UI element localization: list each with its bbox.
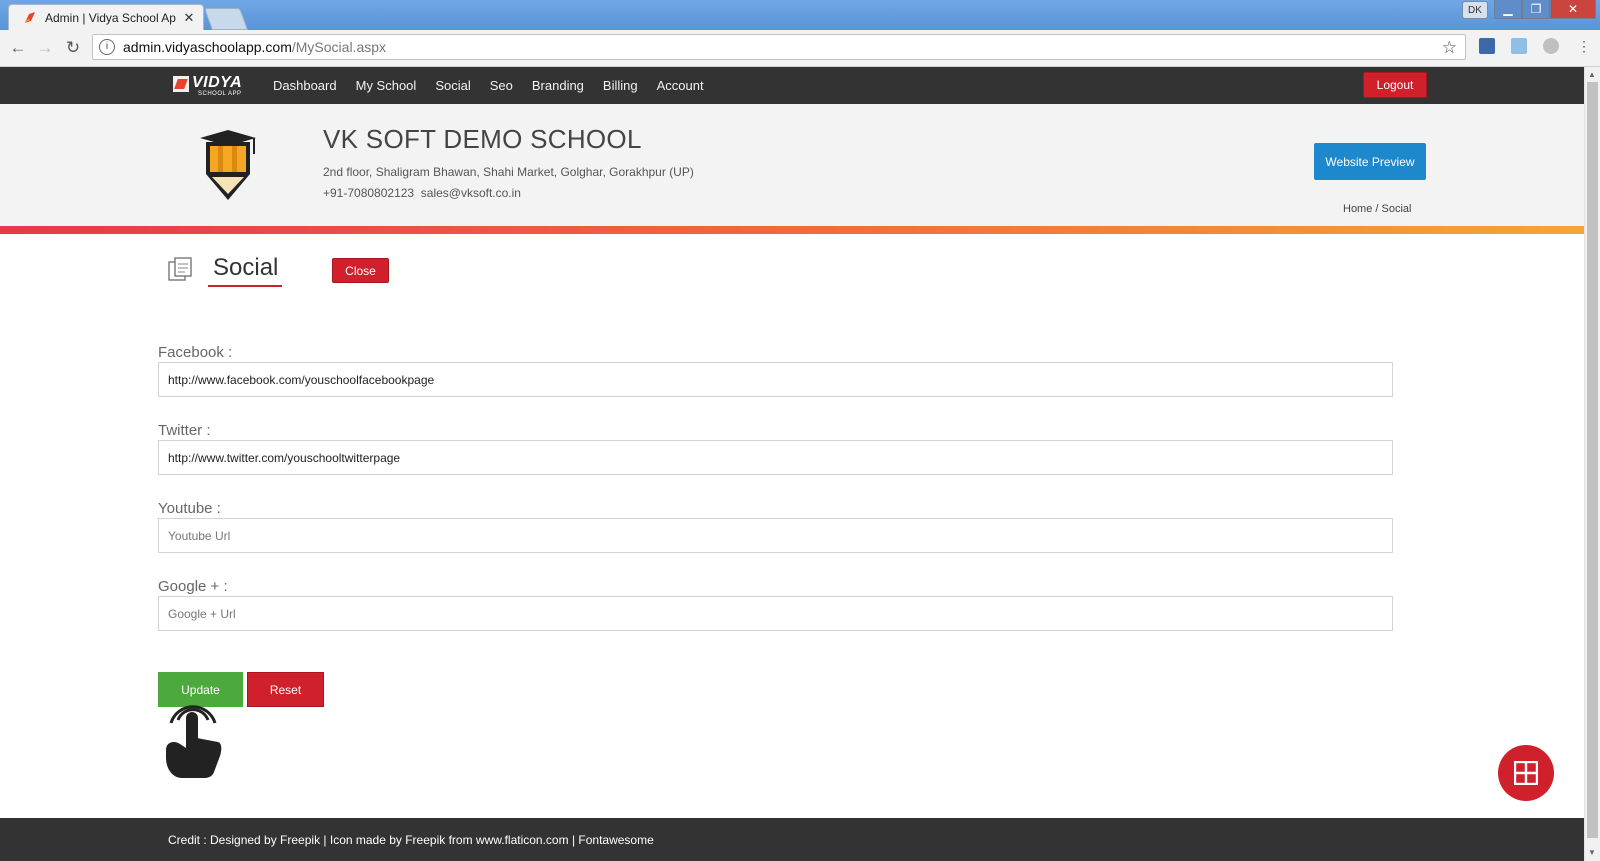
breadcrumb: Home / Social: [1343, 203, 1412, 215]
footer: Credit : Designed by Freepik | Icon made…: [0, 818, 1584, 861]
nav-item-dashboard[interactable]: Dashboard: [273, 78, 337, 93]
url-path: /MySocial.aspx: [291, 39, 387, 55]
extension-globe-icon[interactable]: [1543, 38, 1559, 54]
google-plus-input[interactable]: [158, 596, 1393, 631]
logo-word: VIDYA: [192, 74, 243, 91]
website-preview-button[interactable]: Website Preview: [1314, 143, 1426, 180]
close-button[interactable]: Close: [332, 258, 389, 283]
tab-close-icon[interactable]: ✕: [181, 10, 197, 26]
window-close-button[interactable]: ✕: [1550, 0, 1596, 19]
vidya-logo[interactable]: VIDYA SCHOOL APP: [173, 74, 247, 98]
nav-item-billing[interactable]: Billing: [603, 78, 638, 93]
nav-item-my-school[interactable]: My School: [356, 78, 417, 93]
school-phone: +91-7080802123: [323, 186, 415, 200]
url-host: admin.vidyaschoolapp.com: [123, 39, 292, 55]
school-contact: +91-7080802123 sales@vksoft.co.in: [323, 186, 521, 200]
nav-item-seo[interactable]: Seo: [490, 78, 513, 93]
menu-dots-icon[interactable]: ⋮: [1574, 38, 1594, 55]
graduation-pencil-icon: [200, 130, 256, 200]
minimize-button[interactable]: ▁: [1494, 0, 1522, 19]
browser-toolbar: ← → ↻ i admin.vidyaschoolapp.com/MySocia…: [0, 30, 1600, 67]
school-name: VK SOFT DEMO SCHOOL: [323, 124, 642, 154]
social-page-icon: [168, 257, 192, 281]
logout-button[interactable]: Logout: [1363, 72, 1427, 98]
reload-icon[interactable]: ↻: [63, 38, 83, 58]
main-menu: Dashboard My School Social Seo Branding …: [273, 67, 723, 104]
info-icon[interactable]: i: [99, 39, 115, 55]
extension-m-icon[interactable]: [1479, 38, 1495, 54]
twitter-label: Twitter :: [158, 422, 211, 439]
site-navbar: VIDYA SCHOOL APP Dashboard My School Soc…: [0, 67, 1584, 104]
title-underline: [208, 285, 282, 287]
extension-pic-icon[interactable]: [1511, 38, 1527, 54]
grid-icon: [1514, 761, 1538, 785]
scrollbar-thumb[interactable]: [1587, 82, 1598, 838]
facebook-label: Facebook :: [158, 344, 233, 361]
touch-hand-icon: [166, 705, 222, 778]
nav-item-social[interactable]: Social: [435, 78, 470, 93]
twitter-input[interactable]: [158, 440, 1393, 475]
back-arrow-icon[interactable]: ←: [8, 38, 28, 58]
profile-badge[interactable]: DK: [1462, 1, 1488, 19]
youtube-label: Youtube :: [158, 500, 221, 517]
school-header: VK SOFT DEMO SCHOOL 2nd floor, Shaligram…: [0, 104, 1584, 227]
reset-button[interactable]: Reset: [247, 672, 324, 707]
grid-menu-button[interactable]: [1498, 745, 1554, 801]
tab-title: Admin | Vidya School Ap: [45, 10, 176, 25]
address-bar[interactable]: i admin.vidyaschoolapp.com/MySocial.aspx…: [92, 34, 1466, 60]
logo-sub: SCHOOL APP: [198, 91, 242, 97]
school-email: sales@vksoft.co.in: [420, 186, 521, 200]
logo-mark-icon: [173, 76, 189, 92]
footer-credit: Credit : Designed by Freepik | Icon made…: [168, 833, 654, 847]
site-favicon-icon: [25, 11, 35, 23]
nav-item-account[interactable]: Account: [657, 78, 704, 93]
school-address: 2nd floor, Shaligram Bhawan, Shahi Marke…: [323, 165, 694, 179]
page-title: Social: [213, 254, 279, 281]
scroll-up-arrow-icon[interactable]: ▲: [1588, 70, 1596, 79]
forward-arrow-icon[interactable]: →: [35, 38, 55, 58]
nav-item-branding[interactable]: Branding: [532, 78, 584, 93]
header-gradient-stripe: [0, 226, 1584, 234]
facebook-input[interactable]: [158, 362, 1393, 397]
browser-tab[interactable]: Admin | Vidya School Ap ✕: [8, 4, 204, 30]
star-icon[interactable]: ☆: [1442, 38, 1457, 58]
new-tab-button[interactable]: [203, 8, 249, 30]
youtube-input[interactable]: [158, 518, 1393, 553]
scroll-down-arrow-icon[interactable]: ▼: [1588, 848, 1596, 857]
browser-titlebar: Admin | Vidya School Ap ✕ DK ▁ ❐ ✕: [0, 0, 1600, 30]
maximize-button[interactable]: ❐: [1522, 0, 1550, 19]
google-plus-label: Google + :: [158, 578, 228, 595]
